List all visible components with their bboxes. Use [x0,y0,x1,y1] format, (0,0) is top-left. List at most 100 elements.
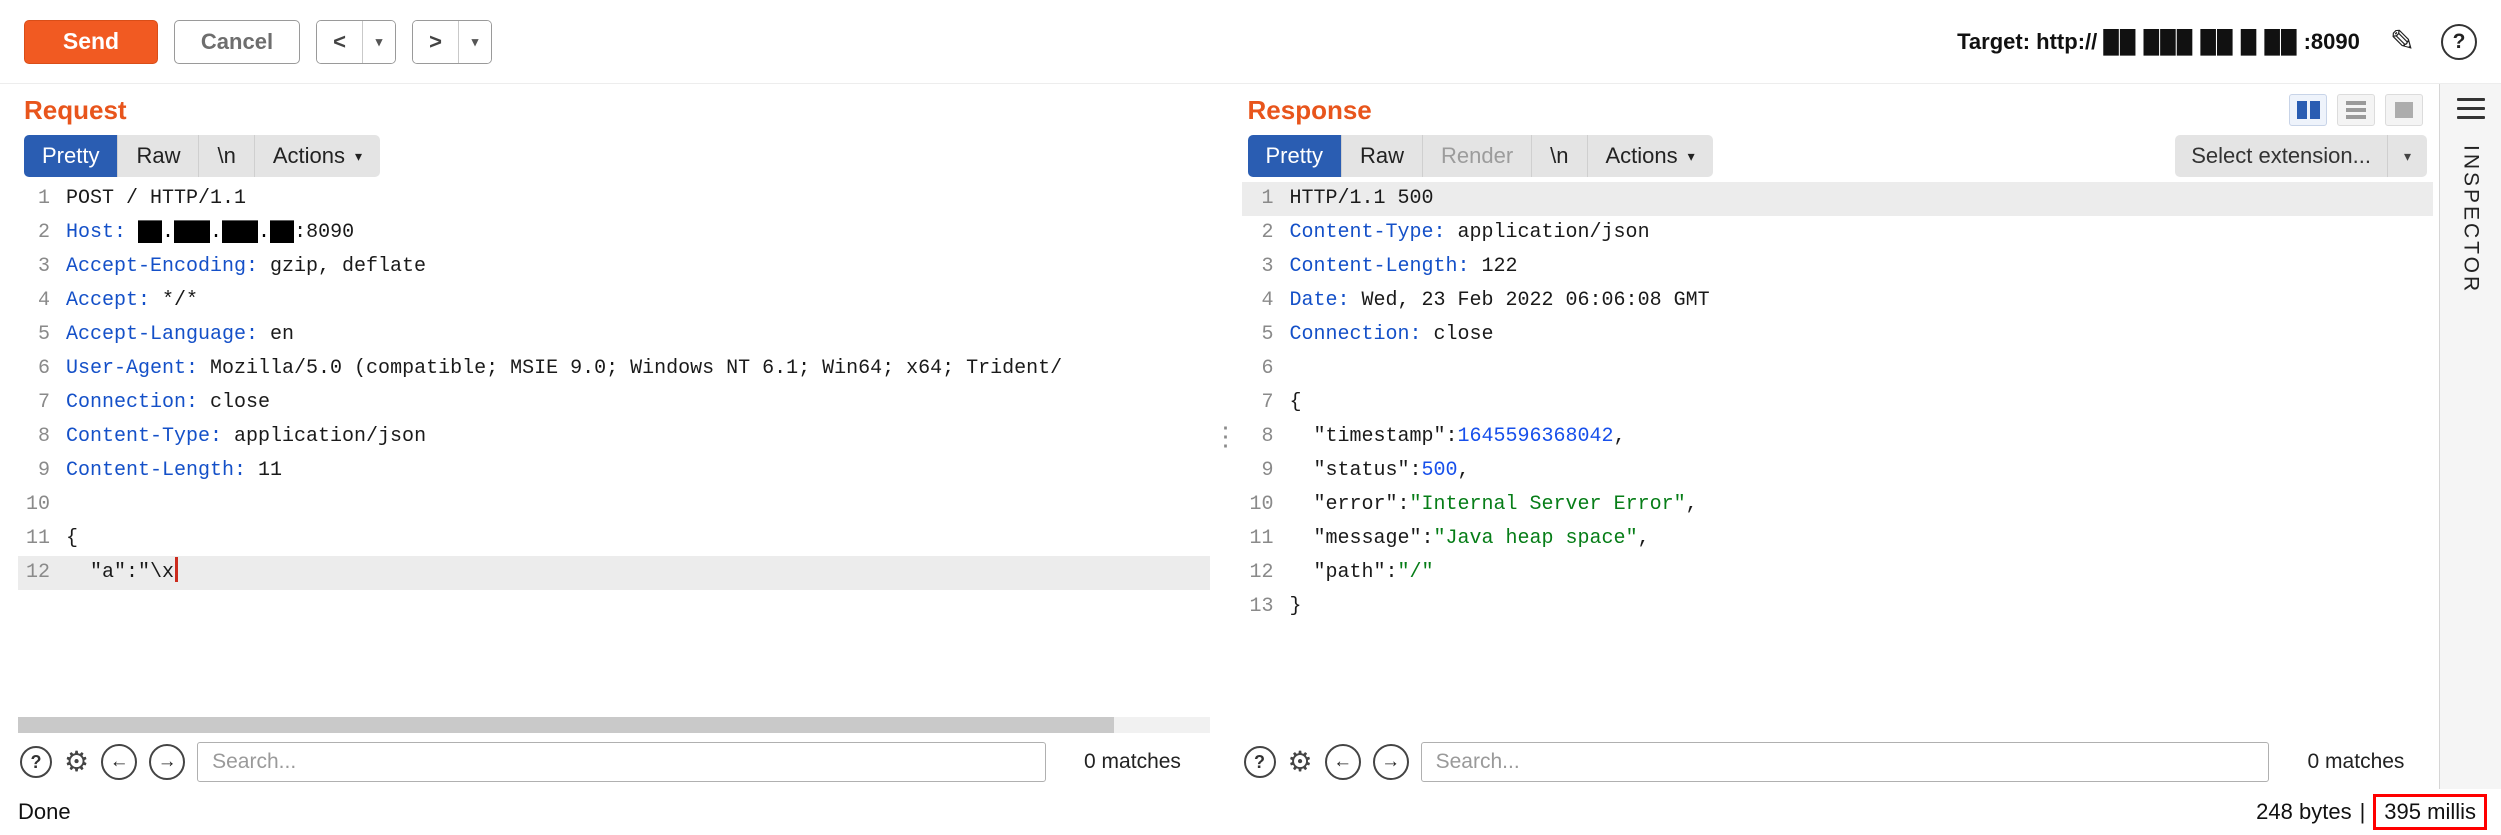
line-number: 7 [18,386,66,420]
inspector-tab[interactable]: INSPECTOR [2459,145,2483,294]
editor-line[interactable]: 3Content-Length: 122 [1242,250,2434,284]
code-segment [126,221,138,244]
line-number: 4 [1242,284,1290,318]
back-dropdown-button[interactable]: ▾ [363,21,395,63]
editor-line[interactable]: 4Accept: */* [18,284,1210,318]
actions-label: Actions [1606,143,1678,169]
cancel-button[interactable]: Cancel [174,20,300,64]
response-tabs-row: Pretty Raw Render \n Actions ▾ Select ex… [1242,132,2434,180]
editor-line[interactable]: 6User-Agent: Mozilla/5.0 (compatible; MS… [18,352,1210,386]
editor-line[interactable]: 12 "a":"\x [18,556,1210,590]
editor-line[interactable]: 7Connection: close [18,386,1210,420]
code-text: "message":"Java heap space", [1290,522,1650,556]
editor-line[interactable]: 5Connection: close [1242,318,2434,352]
search-next-button[interactable]: → [1373,744,1409,780]
editor-line[interactable]: 5Accept-Language: en [18,318,1210,352]
editor-line[interactable]: 13} [1242,590,2434,624]
scrollbar-thumb[interactable] [18,717,1114,733]
code-segment: HTTP/1.1 500 [1290,187,1434,210]
search-settings-gear-icon[interactable]: ⚙ [1288,748,1313,776]
request-tabs-row: Pretty Raw \n Actions ▾ [18,132,1210,180]
help-icon[interactable]: ? [2441,24,2477,60]
search-settings-gear-icon[interactable]: ⚙ [64,748,89,776]
forward-button[interactable]: > [413,21,459,63]
code-text: Content-Type: application/json [66,420,426,454]
editor-line[interactable]: 11 "message":"Java heap space", [1242,522,2434,556]
tab-raw[interactable]: Raw [1342,135,1423,177]
forward-dropdown-button[interactable]: ▾ [459,21,491,63]
code-text: Accept-Encoding: gzip, deflate [66,250,426,284]
code-text: "timestamp":1645596368042, [1290,420,1626,454]
hamburger-menu-icon[interactable] [2457,98,2485,119]
code-segment: } [1290,595,1302,618]
editor-line[interactable]: 12 "path":"/" [1242,556,2434,590]
code-segment: Connection: [66,391,198,414]
select-extension-dropdown[interactable]: Select extension... ▾ [2175,135,2427,177]
editor-line[interactable]: 6 [1242,352,2434,386]
editor-line[interactable]: 4Date: Wed, 23 Feb 2022 06:06:08 GMT [1242,284,2434,318]
code-text: "status":500, [1290,454,1470,488]
tab-newline[interactable]: \n [1532,135,1587,177]
code-segment: Accept-Language: [66,323,258,346]
request-panel: Request Pretty Raw \n Actions ▾ 1POST / … [12,84,1216,789]
code-segment: "Java heap space" [1434,527,1638,550]
chevron-down-icon: ▾ [376,34,383,49]
code-segment: application/json [1446,221,1650,244]
tab-newline[interactable]: \n [199,135,254,177]
request-horizontal-scrollbar[interactable] [18,717,1210,733]
response-search-matches: 0 matches [2281,750,2431,774]
tab-pretty[interactable]: Pretty [24,135,118,177]
search-next-button[interactable]: → [149,744,185,780]
request-editor[interactable]: 1POST / HTTP/1.12Host: ██.███.███.██:809… [18,180,1210,715]
back-button[interactable]: < [317,21,363,63]
code-segment: Accept: [66,289,150,312]
editor-line[interactable]: 7{ [1242,386,2434,420]
send-button[interactable]: Send [24,20,158,64]
editor-line[interactable]: 9 "status":500, [1242,454,2434,488]
code-segment: POST / HTTP/1.1 [66,187,246,210]
line-number: 9 [1242,454,1290,488]
layout-columns-icon[interactable] [2289,94,2327,126]
editor-line[interactable]: 3Accept-Encoding: gzip, deflate [18,250,1210,284]
editor-line[interactable]: 8Content-Type: application/json [18,420,1210,454]
line-number: 12 [18,556,66,590]
search-help-icon[interactable]: ? [1244,746,1276,778]
code-segment: Wed, 23 Feb 2022 06:06:08 GMT [1350,289,1710,312]
code-segment: Content-Length: [66,459,246,482]
code-segment: "error": [1290,493,1410,516]
response-editor[interactable]: 1HTTP/1.1 5002Content-Type: application/… [1242,180,2434,735]
tab-pretty[interactable]: Pretty [1248,135,1342,177]
editor-line[interactable]: 1HTTP/1.1 500 [1242,182,2434,216]
chevron-down-icon: ▾ [355,148,362,165]
editor-line[interactable]: 10 "error":"Internal Server Error", [1242,488,2434,522]
code-segment: Content-Type: [1290,221,1446,244]
response-search-input[interactable] [1421,742,2269,782]
code-text: Content-Type: application/json [1290,216,1650,250]
editor-line[interactable]: 8 "timestamp":1645596368042, [1242,420,2434,454]
tab-raw[interactable]: Raw [118,135,199,177]
layout-single-icon[interactable] [2385,94,2423,126]
chevron-down-icon: ▾ [1688,148,1695,165]
actions-menu-button[interactable]: Actions ▾ [255,135,380,177]
editor-line[interactable]: 10 [18,488,1210,522]
code-segment: */* [150,289,198,312]
editor-line[interactable]: 11{ [18,522,1210,556]
search-prev-button[interactable]: ← [101,744,137,780]
panel-splitter[interactable]: ⋮ [1216,84,1236,789]
editor-line[interactable]: 2Content-Type: application/json [1242,216,2434,250]
line-number: 11 [1242,522,1290,556]
line-number: 8 [1242,420,1290,454]
code-text: { [1290,386,1302,420]
layout-rows-icon[interactable] [2337,94,2375,126]
search-prev-button[interactable]: ← [1325,744,1361,780]
editor-line[interactable]: 1POST / HTTP/1.1 [18,182,1210,216]
editor-line[interactable]: 9Content-Length: 11 [18,454,1210,488]
edit-target-pencil-icon[interactable]: ✎ [2390,24,2415,59]
search-help-icon[interactable]: ? [20,746,52,778]
actions-menu-button[interactable]: Actions ▾ [1588,135,1713,177]
editor-line[interactable]: 2Host: ██.███.███.██:8090 [18,216,1210,250]
code-segment: , [1686,493,1698,516]
line-number: 12 [1242,556,1290,590]
request-search-input[interactable] [197,742,1045,782]
line-number: 9 [18,454,66,488]
